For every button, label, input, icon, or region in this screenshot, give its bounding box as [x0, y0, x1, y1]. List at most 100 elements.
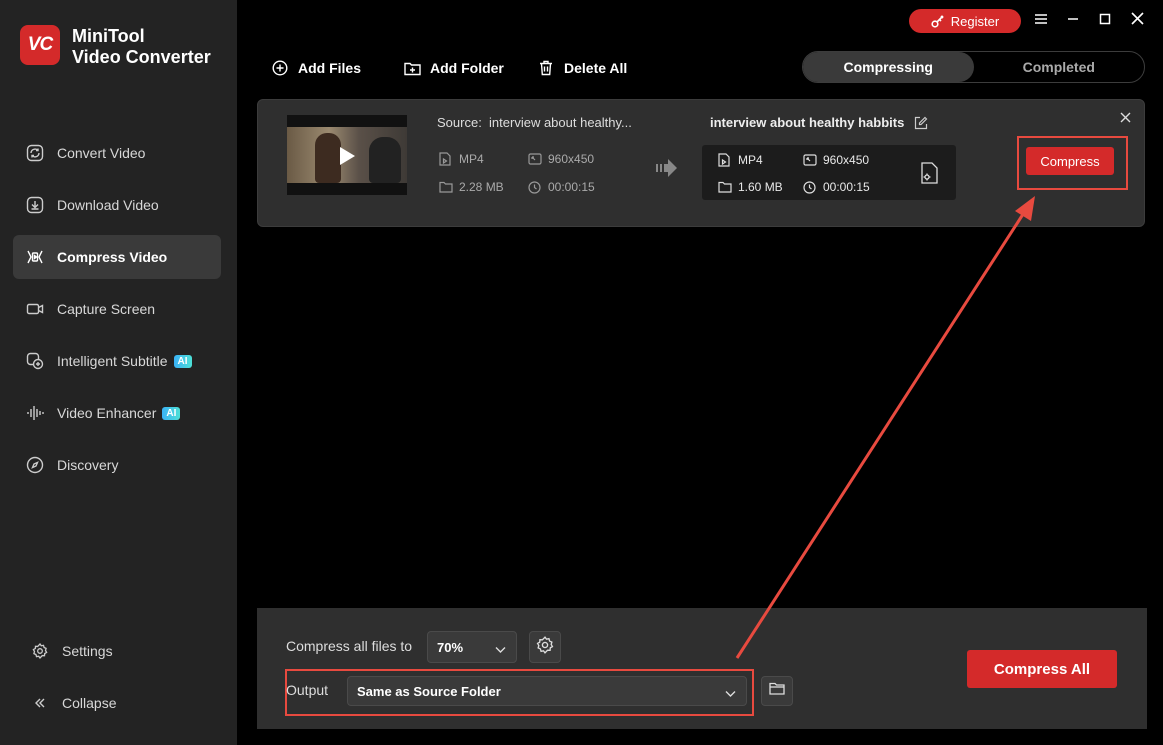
sidebar-item-intelligent-subtitle[interactable]: Intelligent Subtitle AI — [13, 339, 221, 383]
browse-folder-button[interactable] — [761, 676, 793, 706]
sidebar-item-label: Capture Screen — [57, 301, 156, 317]
status-tabs: Compressing Completed — [802, 51, 1145, 83]
sidebar-item-label: Video Enhancer — [57, 405, 157, 421]
waveform-icon — [25, 403, 45, 423]
app-logo: VC — [20, 25, 60, 65]
folder-plus-icon — [402, 61, 422, 76]
video-thumbnail[interactable] — [287, 115, 407, 195]
compress-all-to-label: Compress all files to — [286, 638, 413, 654]
folder-icon — [769, 682, 785, 700]
output-name: interview about healthy habbits — [710, 115, 928, 130]
maximize-button[interactable] — [1095, 11, 1115, 31]
sidebar-nav: Convert Video Download Video Compress Vi… — [13, 131, 221, 495]
sidebar-item-label: Download Video — [57, 197, 159, 213]
resolution-icon — [803, 154, 817, 166]
sidebar-item-capture-screen[interactable]: Capture Screen — [13, 287, 221, 331]
output-label: Output — [286, 682, 329, 698]
file-settings-icon[interactable] — [921, 162, 939, 189]
thumbnail-person — [369, 137, 401, 183]
source-size-value: 2.28 MB — [459, 180, 504, 194]
output-duration-value: 00:00:15 — [823, 180, 870, 194]
remove-task-button[interactable] — [1120, 110, 1131, 128]
output-format: MP4 — [718, 153, 763, 167]
sidebar-item-convert-video[interactable]: Convert Video — [13, 131, 221, 175]
compress-all-button[interactable]: Compress All — [967, 650, 1117, 688]
close-icon — [1120, 110, 1131, 127]
sidebar-item-compress-video[interactable]: Compress Video — [13, 235, 221, 279]
source-resolution-value: 960x450 — [548, 152, 595, 166]
subtitle-icon — [25, 351, 45, 371]
close-window-button[interactable] — [1127, 11, 1147, 31]
sidebar-item-video-enhancer[interactable]: Video Enhancer AI — [13, 391, 221, 435]
source-resolution: 960x450 — [528, 152, 594, 166]
add-files-label: Add Files — [298, 60, 362, 76]
tab-compressing[interactable]: Compressing — [803, 52, 974, 82]
bottom-panel: Compress all files to 70% Output Same as… — [257, 608, 1147, 729]
compress-percent-value: 70% — [437, 639, 464, 655]
output-name-text: interview about healthy habbits — [710, 115, 905, 130]
compress-settings-button[interactable] — [529, 631, 561, 663]
task-card: Source: interview about healthy... MP4 9… — [257, 99, 1145, 227]
ai-badge: AI — [173, 354, 192, 368]
add-files-button[interactable]: Add Files — [270, 58, 361, 78]
trash-icon — [536, 60, 556, 76]
add-folder-button[interactable]: Add Folder — [402, 58, 504, 78]
convert-icon — [25, 143, 45, 163]
output-info-box: MP4 960x450 1.60 MB 00:00:15 — [702, 145, 956, 200]
folder-icon — [439, 181, 453, 193]
convert-arrow-icon — [656, 158, 678, 183]
sidebar-item-label: Convert Video — [57, 145, 146, 161]
gear-icon — [30, 643, 50, 659]
minimize-button[interactable] — [1063, 11, 1083, 31]
output-duration: 00:00:15 — [803, 180, 870, 194]
output-folder-value: Same as Source Folder — [357, 683, 501, 699]
resolution-icon — [528, 153, 542, 165]
sidebar-item-label: Compress Video — [57, 249, 168, 265]
output-format-value: MP4 — [738, 153, 763, 167]
source-size: 2.28 MB — [439, 180, 504, 194]
sidebar-item-download-video[interactable]: Download Video — [13, 183, 221, 227]
output-resolution: 960x450 — [803, 153, 869, 167]
maximize-icon — [1099, 12, 1111, 30]
output-resolution-value: 960x450 — [823, 153, 870, 167]
sidebar-item-discovery[interactable]: Discovery — [13, 443, 221, 487]
double-chevron-left-icon — [30, 696, 50, 710]
register-button[interactable]: Register — [909, 9, 1021, 33]
source-duration-value: 00:00:15 — [548, 180, 595, 194]
camera-icon — [25, 299, 45, 319]
output-folder-select[interactable]: Same as Source Folder — [347, 676, 747, 706]
clock-icon — [803, 180, 817, 194]
gear-icon — [536, 635, 554, 659]
sidebar: VC MiniTool Video Converter Convert Vide… — [0, 0, 237, 745]
source-format-value: MP4 — [459, 152, 484, 166]
compass-icon — [25, 455, 45, 475]
delete-all-button[interactable]: Delete All — [536, 58, 627, 78]
source-name: Source: interview about healthy... — [437, 115, 632, 130]
settings-label: Settings — [62, 643, 113, 659]
play-icon[interactable] — [340, 147, 355, 165]
plus-circle-icon — [270, 60, 290, 76]
file-video-icon — [718, 153, 732, 167]
clock-icon — [528, 180, 542, 194]
collapse-button[interactable]: Collapse — [30, 695, 116, 711]
delete-all-label: Delete All — [564, 60, 628, 76]
app-title: MiniTool Video Converter — [72, 26, 211, 67]
source-format: MP4 — [439, 152, 484, 166]
compress-percent-select[interactable]: 70% — [427, 631, 517, 663]
chevron-down-icon — [495, 642, 506, 657]
close-icon — [1130, 12, 1144, 30]
minimize-icon — [1067, 12, 1079, 30]
settings-button[interactable]: Settings — [30, 643, 113, 659]
add-folder-label: Add Folder — [430, 60, 504, 76]
file-video-icon — [439, 152, 453, 166]
key-icon — [931, 14, 945, 28]
collapse-label: Collapse — [62, 695, 117, 711]
output-size: 1.60 MB — [718, 180, 783, 194]
tab-completed[interactable]: Completed — [974, 52, 1145, 82]
compress-button[interactable]: Compress — [1026, 147, 1114, 175]
compress-icon — [25, 247, 45, 267]
edit-icon[interactable] — [914, 116, 928, 130]
menu-button[interactable] — [1031, 11, 1051, 31]
sidebar-item-label: Discovery — [57, 457, 119, 473]
register-label: Register — [950, 13, 1000, 29]
